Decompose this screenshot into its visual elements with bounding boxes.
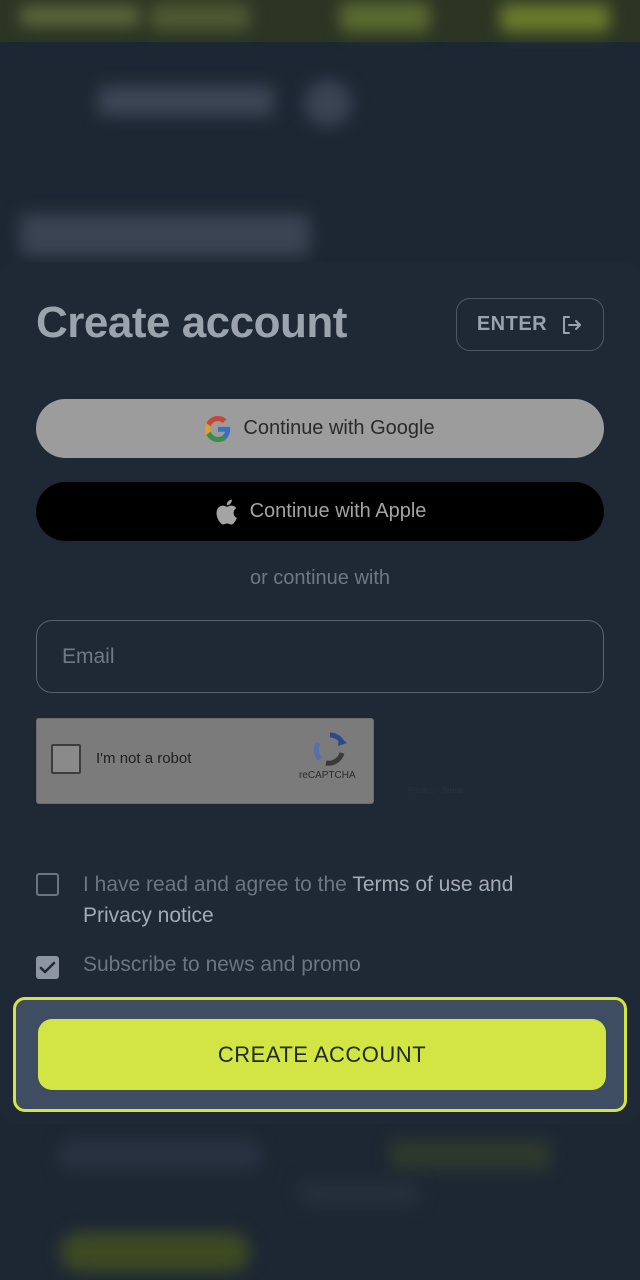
email-field[interactable]: Email	[36, 620, 604, 693]
sign-in-icon	[563, 315, 582, 334]
recaptcha-links[interactable]: Privacy - Terms	[408, 786, 463, 795]
recaptcha-checkbox[interactable]	[51, 744, 81, 774]
recaptcha-logo-icon	[313, 732, 347, 766]
recaptcha-widget: I'm not a robot reCAPTCHA	[36, 718, 374, 804]
recaptcha-label: I'm not a robot	[96, 750, 192, 767]
background-blur	[20, 6, 140, 26]
background-blur	[60, 1140, 260, 1170]
background-blur	[500, 4, 610, 32]
background-icon-blur	[304, 80, 352, 126]
background-button-blur	[60, 1232, 250, 1272]
google-icon	[205, 415, 231, 442]
apple-button-label: Continue with Apple	[249, 500, 427, 522]
enter-button-label: ENTER	[476, 313, 548, 335]
apple-icon	[216, 499, 237, 524]
terms-prefix: I have read and agree to the	[83, 873, 353, 896]
subscribe-label: Subscribe to news and promo	[83, 953, 361, 976]
background-blur	[300, 1180, 420, 1206]
background-heading-blur	[20, 214, 310, 256]
terms-checkbox[interactable]	[36, 873, 59, 896]
checkmark-icon	[39, 961, 56, 974]
background-blur	[340, 2, 430, 32]
background-blur	[150, 4, 250, 30]
create-account-label: CREATE ACCOUNT	[217, 1041, 427, 1067]
create-account-modal	[0, 262, 640, 1124]
continue-with-google-button[interactable]: Continue with Google	[36, 399, 604, 458]
email-placeholder: Email	[62, 645, 115, 668]
create-account-button[interactable]: CREATE ACCOUNT	[38, 1019, 606, 1090]
background-logo-blur	[98, 86, 274, 116]
subscribe-checkbox[interactable]	[36, 956, 59, 979]
terms-label: I have read and agree to the Terms of us…	[83, 869, 583, 931]
modal-title: Create account	[36, 298, 347, 347]
enter-button[interactable]: ENTER	[456, 298, 604, 351]
google-button-label: Continue with Google	[243, 417, 435, 439]
recaptcha-brand: reCAPTCHA	[299, 770, 356, 781]
background-blur	[390, 1140, 550, 1170]
divider-text: or continue with	[249, 567, 391, 589]
continue-with-apple-button[interactable]: Continue with Apple	[36, 482, 604, 541]
